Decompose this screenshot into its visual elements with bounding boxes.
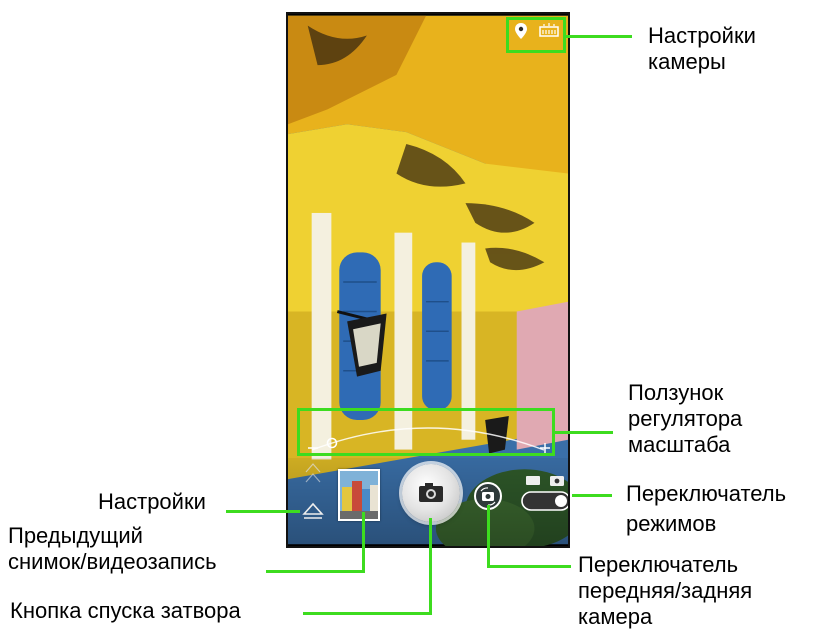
shutter-leader-v — [429, 518, 432, 614]
settings-leader — [226, 510, 300, 513]
switch-camera-leader-v — [487, 505, 490, 567]
previous-shot-leader-v — [362, 512, 365, 572]
video-camera-icon — [526, 476, 540, 485]
settings-label: Настройки — [98, 489, 206, 514]
previous-shot-leader-h — [266, 570, 365, 573]
camera-icon — [419, 483, 443, 502]
front-back-switch-label: Переключатель передняя/задняя камера — [578, 552, 752, 630]
switch-camera-leader-h — [487, 565, 571, 568]
previous-shot-label: Предыдущий снимок/видеозапись — [8, 523, 217, 575]
shutter-leader-h — [303, 612, 432, 615]
shutter-button-label: Кнопка спуска затвора — [10, 598, 241, 623]
label-line: Переключатель — [626, 481, 787, 506]
zoom-slider-label: Ползунок регулятора масштаба — [628, 380, 742, 458]
shutter-button[interactable] — [402, 464, 460, 522]
settings-arrow-icon[interactable] — [300, 460, 326, 526]
label-line: масштаба — [628, 432, 731, 457]
label-line: камеры — [648, 49, 726, 74]
label-line: передняя/задняя — [578, 578, 753, 603]
camera-screen — [286, 12, 570, 548]
label-line: Настройки — [648, 23, 756, 48]
label-line: снимок/видеозапись — [8, 549, 217, 574]
camera-settings-label: Настройки камеры — [648, 23, 756, 75]
label-line: регулятора — [628, 406, 743, 431]
zoom-slider-leader — [555, 431, 613, 434]
mode-switch[interactable] — [520, 474, 570, 514]
label-line: камера — [578, 604, 653, 629]
label-line: режимов — [626, 511, 717, 536]
mode-switch-leader — [572, 494, 612, 497]
label-line: Переключатель — [578, 552, 739, 577]
camera-settings-highlight — [506, 17, 566, 53]
previous-shot-thumbnail[interactable] — [338, 469, 380, 521]
photo-camera-icon — [550, 476, 564, 486]
thumbnail-image — [340, 471, 378, 519]
mode-switch-label: Переключатель режимов — [626, 481, 786, 537]
zoom-slider-highlight — [297, 408, 555, 456]
label-line: Ползунок — [628, 380, 724, 405]
label-line: Предыдущий — [8, 523, 143, 548]
camera-settings-leader — [566, 35, 632, 38]
